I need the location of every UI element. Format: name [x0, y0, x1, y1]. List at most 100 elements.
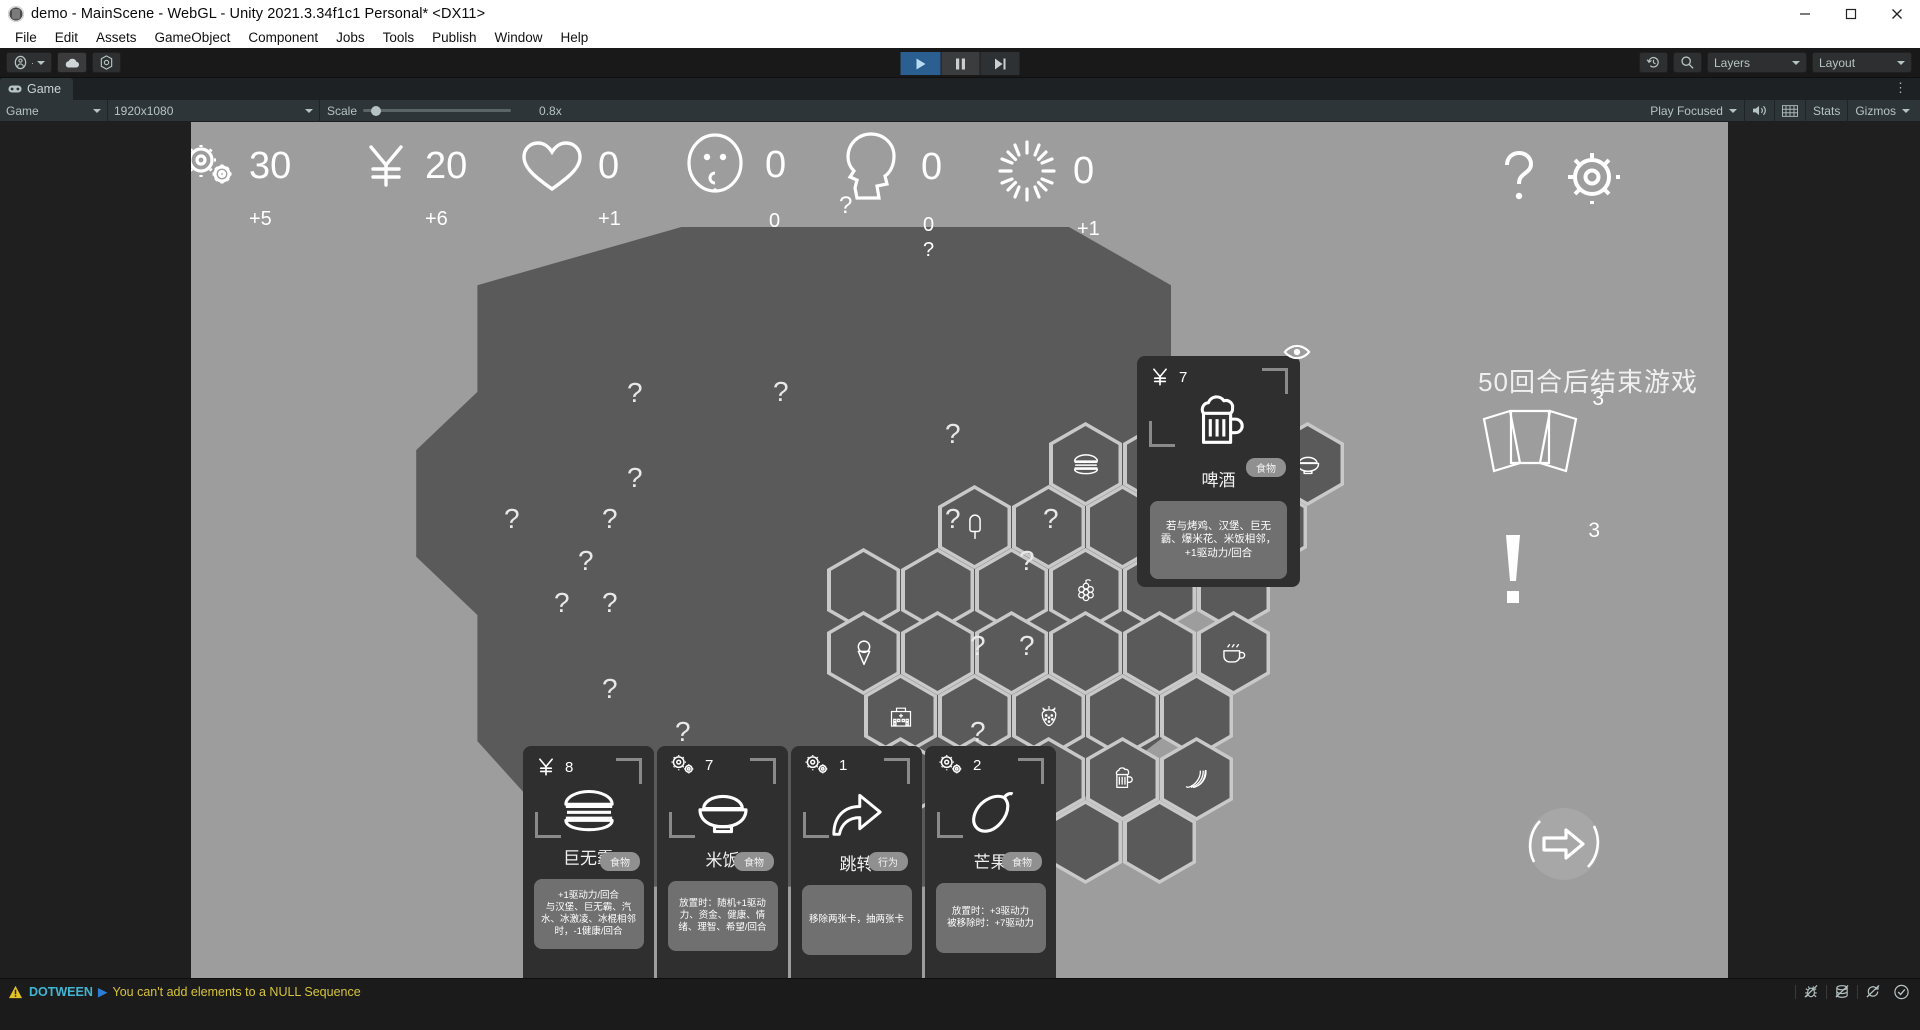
step-icon [995, 58, 1006, 69]
hex-tile-inner [1126, 615, 1193, 691]
scale-slider-knob[interactable] [371, 105, 382, 116]
hand-card[interactable]: 1 行为 跳转 移除两张卡，抽两张卡 [791, 746, 922, 978]
stats-toggle[interactable]: Stats [1806, 99, 1849, 122]
draw-pile-count: 3 [1592, 387, 1604, 410]
corner-bracket-tr [884, 758, 910, 784]
undo-history-button[interactable] [1639, 52, 1668, 73]
gizmos-dropdown[interactable]: Gizmos [1848, 100, 1900, 122]
hospital-icon [889, 705, 913, 727]
beer-icon [1200, 395, 1244, 444]
corner-bracket-bl [669, 812, 695, 838]
status-message-group[interactable]: DOTWEEN ▶ You can't add elements to a NU… [29, 984, 361, 1000]
gears-icon [669, 754, 697, 776]
menu-assets[interactable]: Assets [87, 28, 146, 47]
corner-bracket-tr [750, 758, 776, 784]
maximize-button[interactable] [1828, 0, 1874, 27]
hand-cards[interactable]: 8 食物 巨无霸 +1驱动力/回合 与汉堡、巨无霸、汽水、冰激凌、冰棍相邻时，-1健康… [523, 746, 1056, 978]
gears-icon [191, 140, 239, 192]
toolbar-right-group: Layers Layout [1639, 52, 1912, 73]
layers-label: Layers [1714, 55, 1751, 70]
preview-description: 若与烤鸡、汉堡、巨无霸、爆米花、米饭相邻，+1驱动力/回合 [1150, 501, 1287, 579]
layout-dropdown[interactable]: Layout [1812, 52, 1912, 73]
unity-services-icon [100, 55, 113, 70]
hidden-tile-question-mark: ? [1043, 503, 1059, 534]
menu-file[interactable]: File [6, 28, 46, 47]
database-off-button[interactable] [1829, 981, 1855, 1003]
gears-icon [937, 754, 965, 776]
preview-eye-button[interactable] [1282, 342, 1312, 362]
menu-help[interactable]: Help [551, 28, 597, 47]
play-focused-dropdown[interactable]: Play Focused [1643, 99, 1745, 122]
hand-card[interactable]: 8 食物 巨无霸 +1驱动力/回合 与汉堡、巨无霸、汽水、冰激凌、冰棍相邻时，-1健康… [523, 746, 654, 978]
stat-hope: 0 +1 [991, 140, 1100, 241]
search-button[interactable] [1673, 52, 1702, 73]
banana-icon [1184, 768, 1209, 790]
yen-icon [357, 140, 415, 192]
strawberry-icon [1037, 704, 1059, 728]
stat-health-value: 0 [598, 145, 620, 187]
bug-off-button[interactable] [1798, 981, 1824, 1003]
menu-gameobject[interactable]: GameObject [146, 28, 240, 47]
account-button[interactable]: · [6, 52, 52, 73]
search-icon [1681, 56, 1694, 69]
playback-controls [900, 52, 1020, 75]
close-button[interactable] [1874, 0, 1920, 27]
event-pile[interactable]: 3 [1478, 519, 1600, 609]
hand-card[interactable]: 7 食物 米饭 放置时：随机+1驱动力、资金、健康、情绪、理智、希望/回合 [657, 746, 788, 978]
draw-pile[interactable]: 3 [1478, 387, 1604, 477]
menu-jobs[interactable]: Jobs [327, 28, 374, 47]
menu-component[interactable]: Component [239, 28, 327, 47]
pause-button[interactable] [941, 52, 981, 75]
yen-icon [535, 754, 557, 780]
sanity-question-glyph: ? [839, 192, 853, 219]
hand-card-description: +1驱动力/回合 与汉堡、巨无霸、汽水、冰激凌、冰棍相邻时，-1健康/回合 [533, 879, 644, 949]
cloud-button[interactable] [57, 52, 87, 73]
stat-sanity-delta: 0 [923, 214, 935, 236]
stat-drive-value: 30 [249, 145, 292, 187]
menu-publish[interactable]: Publish [423, 28, 485, 47]
chevron-down-icon [305, 108, 313, 113]
account-icon [14, 55, 27, 70]
tab-options-kebab[interactable]: ⋮ [1890, 80, 1912, 96]
hidden-tile-question-mark: ? [1019, 545, 1035, 576]
preview-art [1190, 394, 1248, 452]
next-turn-button[interactable] [1520, 800, 1608, 888]
settings-button[interactable] [1564, 150, 1620, 204]
grid-icon [1781, 104, 1798, 117]
hud-stats: 30 +5 20 +6 0 +1 0 0 0 0 ? ? 0 +1 [191, 132, 1728, 261]
check-circle-button[interactable] [1888, 981, 1914, 1003]
stats-grid-button[interactable] [1775, 99, 1806, 122]
hand-card[interactable]: 2 食物 芒果 放置时：+3驱动力 被移除时：+7驱动力 [925, 746, 1056, 978]
tab-game-label: Game [27, 82, 62, 96]
card-preview-panel[interactable]: 7 食物 啤酒 若与烤鸡、汉堡、巨无霸、爆米花、米饭相邻，+1驱动力/回合 [1137, 344, 1311, 587]
hidden-tile-question-mark: ? [1019, 630, 1035, 661]
resolution-dropdown[interactable]: 1920x1080 [108, 99, 320, 122]
menu-tools[interactable]: Tools [374, 28, 424, 47]
minimize-button[interactable] [1782, 0, 1828, 27]
hidden-tile-question-mark: ? [970, 630, 986, 661]
stat-money-delta: +6 [425, 208, 448, 230]
hex-tile-inner [1163, 741, 1230, 817]
gear-icon [1568, 153, 1620, 204]
help-button[interactable] [1496, 148, 1542, 204]
head-icon [833, 132, 911, 200]
play-button[interactable] [900, 52, 942, 75]
display-dropdown[interactable]: Game [0, 99, 108, 122]
tab-game[interactable]: Game [0, 78, 74, 100]
unity-toolbar: · Layers Layout [0, 48, 1920, 78]
gizmos-label: Gizmos [1855, 103, 1896, 118]
layers-dropdown[interactable]: Layers [1707, 52, 1807, 73]
next-turn-circle[interactable] [1528, 808, 1600, 880]
gizmos-caret[interactable] [1900, 100, 1920, 122]
menu-edit[interactable]: Edit [46, 28, 87, 47]
hidden-tile-question-mark: ? [578, 545, 594, 576]
refresh-off-icon [1866, 984, 1880, 998]
scale-slider[interactable] [363, 105, 512, 116]
stat-drive-delta: +5 [249, 208, 272, 230]
mute-audio-button[interactable] [1745, 99, 1775, 122]
step-button[interactable] [980, 52, 1020, 75]
services-button[interactable] [92, 52, 121, 73]
menu-window[interactable]: Window [485, 28, 551, 47]
refresh-off-button[interactable] [1860, 981, 1886, 1003]
scale-control[interactable]: Scale 0.8x [320, 100, 569, 122]
